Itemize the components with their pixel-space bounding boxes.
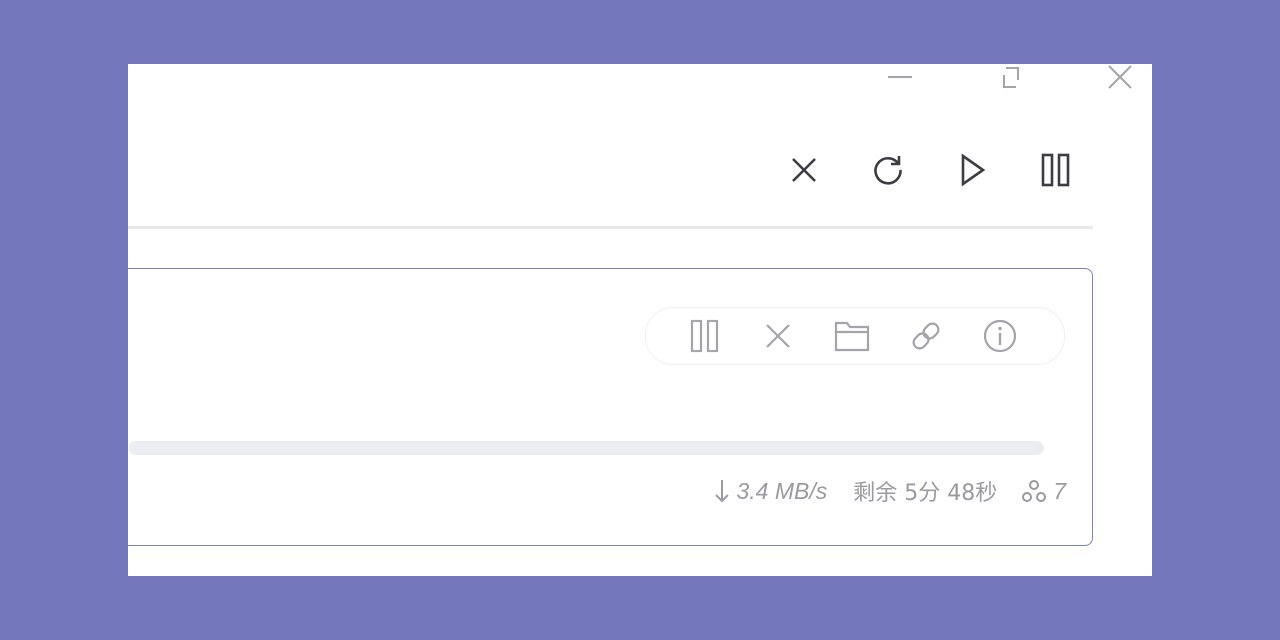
close-icon: [1106, 65, 1134, 91]
pause-icon: [690, 319, 720, 353]
toolbar-divider: [128, 226, 1093, 229]
time-remaining: 剩余 5分 48秒: [853, 481, 998, 506]
peer-count: 7: [1021, 478, 1066, 505]
refresh-icon: [870, 152, 906, 188]
folder-icon: [834, 320, 870, 352]
minimize-icon: [886, 68, 914, 88]
pause-icon: [1040, 153, 1072, 187]
pause-download-button[interactable]: [687, 318, 723, 354]
open-folder-button[interactable]: [834, 318, 870, 354]
item-actions: [645, 307, 1065, 365]
arrow-down-icon: [714, 478, 730, 504]
maximize-icon: [996, 65, 1024, 91]
close-icon: [764, 322, 792, 350]
cancel-download-button[interactable]: [760, 318, 796, 354]
download-manager-window: 3.4 MB/s 剩余 5分 48秒 7: [128, 64, 1152, 576]
minimize-button[interactable]: [880, 64, 920, 92]
cancel-all-button[interactable]: [782, 148, 826, 192]
pause-all-button[interactable]: [1034, 148, 1078, 192]
refresh-button[interactable]: [866, 148, 910, 192]
progress-bar: [129, 441, 1044, 455]
copy-link-button[interactable]: [908, 318, 944, 354]
download-speed: 3.4 MB/s: [714, 478, 827, 505]
peers-value: 7: [1053, 477, 1066, 504]
peers-icon: [1021, 478, 1047, 504]
download-stats: 3.4 MB/s 剩余 5分 48秒 7: [714, 473, 1066, 509]
play-icon: [957, 153, 987, 187]
close-icon: [790, 156, 818, 184]
window-close-button[interactable]: [1100, 64, 1140, 92]
start-all-button[interactable]: [950, 148, 994, 192]
download-item[interactable]: 3.4 MB/s 剩余 5分 48秒 7: [128, 268, 1093, 546]
info-button[interactable]: [982, 318, 1018, 354]
link-icon: [909, 319, 943, 353]
speed-value: 3.4 MB/s: [736, 477, 828, 504]
info-icon: [983, 319, 1017, 353]
maximize-button[interactable]: [990, 64, 1030, 92]
